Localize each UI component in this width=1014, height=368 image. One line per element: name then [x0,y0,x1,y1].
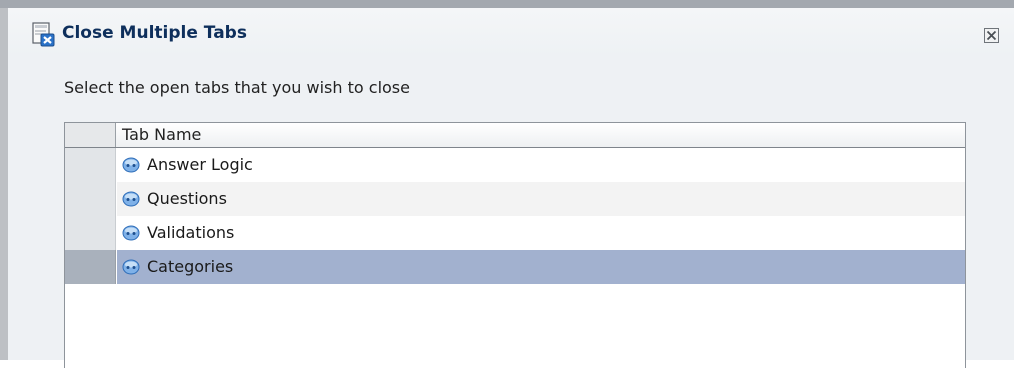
dialog-title: Close Multiple Tabs [62,23,247,43]
table-row[interactable]: Validations [65,216,965,250]
row-selector-cell[interactable] [65,250,116,284]
row-cell[interactable] [117,250,965,284]
table-header: Tab Name [65,123,965,148]
window-left-border [0,8,8,360]
question-bubble-icon [122,259,140,275]
row-cell[interactable] [117,182,965,216]
question-bubble-icon [122,191,140,207]
table-row[interactable]: Questions [65,182,965,216]
row-label: Categories [147,257,234,276]
row-selector-cell[interactable] [65,148,116,182]
row-selector-cell[interactable] [65,216,116,250]
question-bubble-icon [122,225,140,241]
column-header-tab-name[interactable]: Tab Name [122,125,201,144]
window-top-border [0,0,1014,8]
table-row[interactable]: Answer Logic [65,148,965,182]
row-cell[interactable] [117,216,965,250]
header-selector-cell [65,123,116,147]
close-multiple-tabs-dialog: Close Multiple Tabs Select the open tabs… [8,8,1014,368]
row-selector-cell[interactable] [65,182,116,216]
close-tab-document-icon [31,22,57,48]
close-x-icon[interactable] [984,28,999,43]
tabs-table: Tab Name Answer Logic Questions Validati… [64,122,966,368]
row-label: Answer Logic [147,155,253,174]
dialog-instruction: Select the open tabs that you wish to cl… [64,78,410,97]
table-row-selected[interactable]: Categories [65,250,965,284]
question-bubble-icon [122,157,140,173]
row-label: Questions [147,189,227,208]
row-label: Validations [147,223,235,242]
